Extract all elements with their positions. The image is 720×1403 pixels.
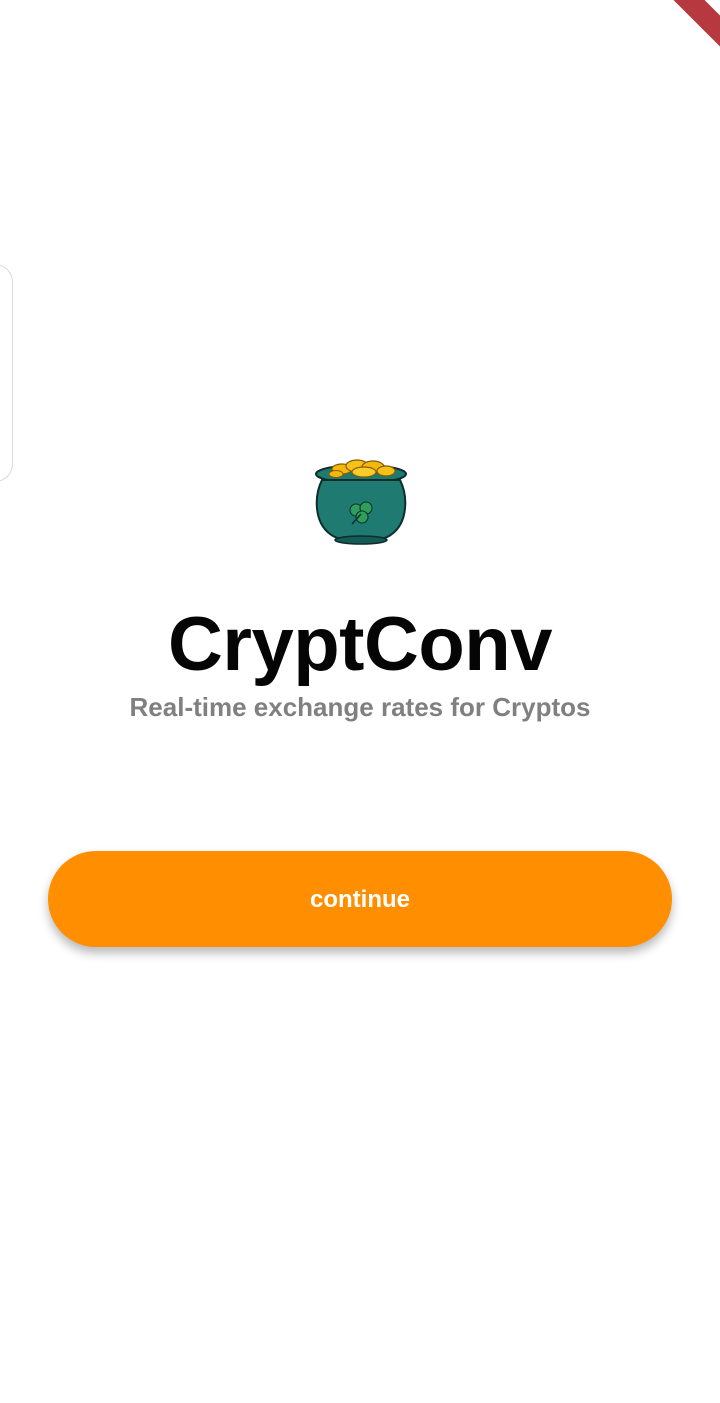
splash-screen: CryptConv Real-time exchange rates for C…: [0, 0, 720, 1403]
pot-of-gold-icon: [312, 456, 410, 546]
continue-button[interactable]: continue: [48, 851, 672, 947]
app-subtitle: Real-time exchange rates for Cryptos: [129, 692, 591, 722]
debug-banner: [660, 0, 720, 60]
app-title: CryptConv: [168, 602, 552, 687]
debug-banner-stripe: [660, 0, 720, 60]
side-drawer-handle[interactable]: [0, 264, 13, 482]
